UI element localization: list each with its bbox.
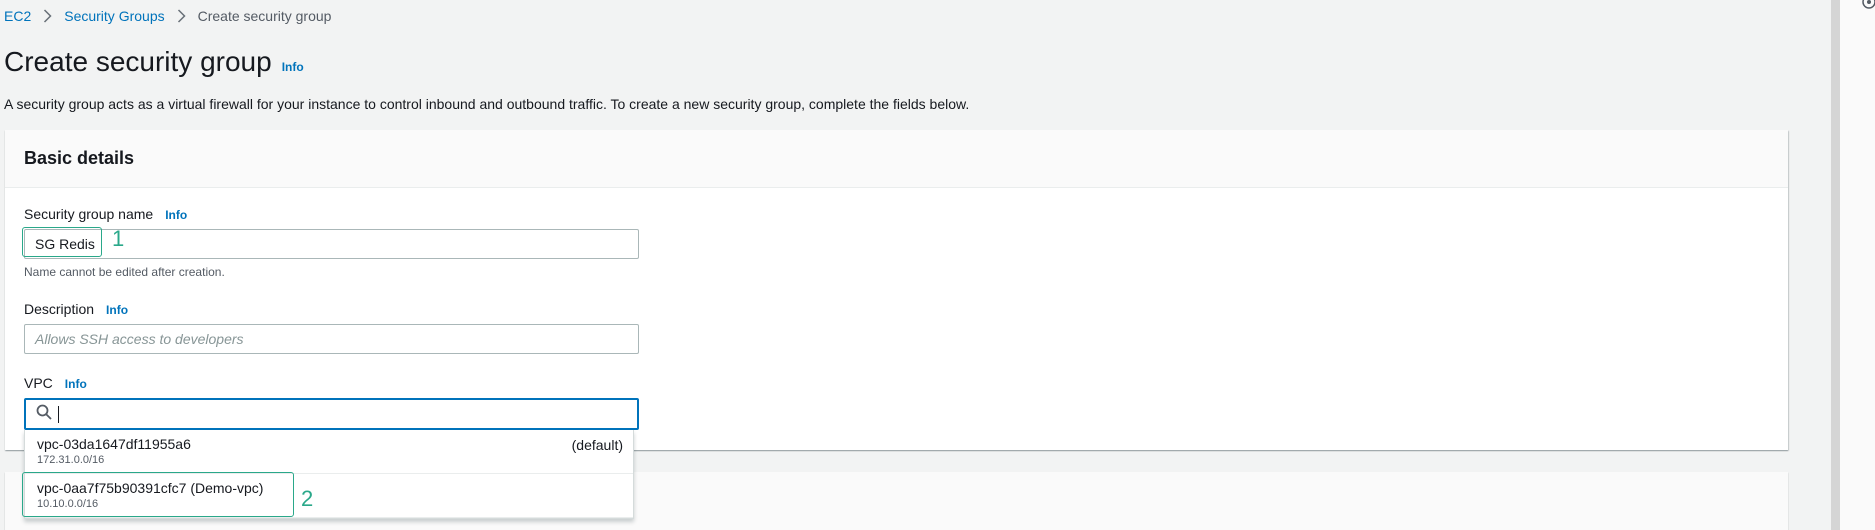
description-info-link[interactable]: Info <box>106 303 128 317</box>
basic-details-container: Basic details Security group name Info S… <box>5 130 1788 450</box>
vpc-option-cidr: 172.31.0.0/16 <box>37 454 105 466</box>
search-icon <box>36 404 52 425</box>
annotation-marker-1: 1 <box>112 226 125 251</box>
breadcrumb: EC2 Security Groups Create security grou… <box>4 6 331 26</box>
scrollbar[interactable] <box>1831 0 1840 530</box>
page-header: Create security group Info <box>4 46 304 78</box>
annotation-box-2 <box>22 472 294 517</box>
vpc-info-link[interactable]: Info <box>65 377 87 391</box>
page-title: Create security group <box>4 46 272 77</box>
settings-icon[interactable] <box>1861 0 1875 15</box>
chevron-right-icon <box>43 9 52 23</box>
text-cursor <box>58 405 59 423</box>
description-label: Description Info <box>24 301 128 317</box>
security-group-name-label-text: Security group name <box>24 206 154 222</box>
description-label-text: Description <box>24 301 95 317</box>
vpc-label-text: VPC <box>24 375 53 391</box>
security-group-name-info-link[interactable]: Info <box>165 208 187 222</box>
annotation-box-1 <box>22 227 102 257</box>
description-input[interactable]: Allows SSH access to developers <box>24 324 639 354</box>
security-group-name-label: Security group name Info <box>24 206 187 222</box>
vpc-label: VPC Info <box>24 375 87 391</box>
side-panel <box>1840 0 1875 530</box>
vpc-option-default[interactable]: vpc-03da1647df11955a6 172.31.0.0/16 (def… <box>25 430 633 474</box>
basic-details-title: Basic details <box>24 148 135 168</box>
breadcrumb-current: Create security group <box>197 8 332 24</box>
page-info-link[interactable]: Info <box>282 60 304 74</box>
security-group-name-hint: Name cannot be edited after creation. <box>24 265 225 279</box>
vpc-option-id: vpc-03da1647df11955a6 <box>37 436 191 452</box>
breadcrumb-ec2-link[interactable]: EC2 <box>4 8 31 24</box>
vpc-option-tag: (default) <box>571 437 623 453</box>
chevron-right-icon <box>177 9 186 23</box>
annotation-marker-2: 2 <box>301 486 314 511</box>
breadcrumb-security-groups-link[interactable]: Security Groups <box>64 8 164 24</box>
description-placeholder: Allows SSH access to developers <box>35 331 244 347</box>
page-description: A security group acts as a virtual firew… <box>4 96 970 112</box>
basic-details-header: Basic details <box>5 130 1788 188</box>
vpc-search-input[interactable] <box>24 398 639 430</box>
